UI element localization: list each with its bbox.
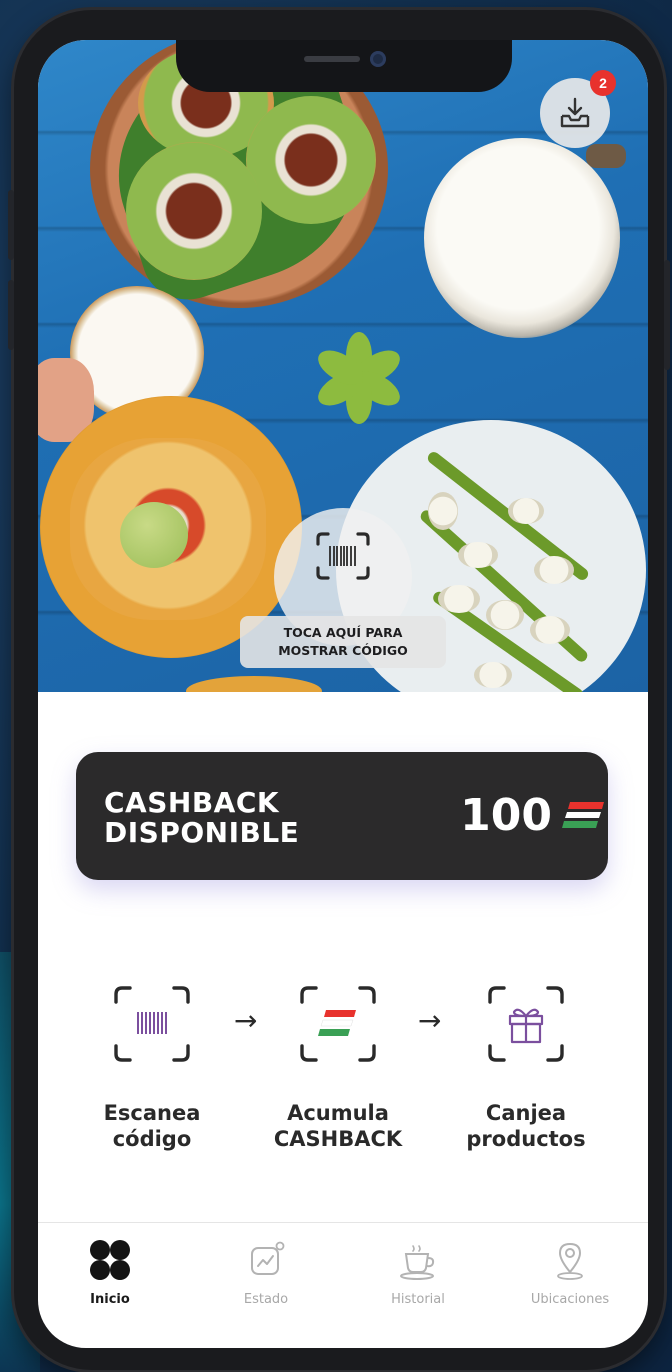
step-label-redeem: Canjea productos bbox=[466, 1101, 586, 1151]
volume-button bbox=[8, 280, 14, 350]
hero-food-image: 2 TOCA AQUÍ PARA MOSTRAR CÓDIGO bbox=[38, 40, 648, 692]
coffee-cup-icon bbox=[400, 1245, 435, 1280]
chart-icon bbox=[251, 1241, 285, 1275]
guacamole bbox=[120, 502, 188, 568]
barcode-scan-icon bbox=[114, 986, 190, 1062]
step-label-accumulate: Acumula CASHBACK bbox=[273, 1101, 403, 1151]
beer-mug-handle bbox=[586, 144, 626, 168]
bowl bbox=[186, 676, 322, 692]
cashback-card: CASHBACK DISPONIBLE 100 bbox=[76, 752, 608, 880]
barcode-scan-icon bbox=[316, 532, 370, 580]
beer-mug bbox=[424, 138, 620, 338]
phone-notch bbox=[176, 40, 512, 92]
nav-label: Ubicaciones bbox=[530, 1292, 610, 1307]
volume-button bbox=[8, 190, 14, 260]
tostada bbox=[126, 142, 262, 280]
flag-mark-icon bbox=[562, 802, 604, 828]
arrow-right-icon: → bbox=[234, 1004, 258, 1037]
nav-label: Inicio bbox=[90, 1292, 130, 1307]
cashback-amount: 100 bbox=[460, 790, 552, 841]
show-code-label[interactable]: TOCA AQUÍ PARA MOSTRAR CÓDIGO bbox=[240, 616, 446, 668]
nav-label: Historial bbox=[391, 1292, 445, 1307]
power-button bbox=[664, 260, 670, 370]
location-pin-icon bbox=[557, 1242, 583, 1280]
home-grid-icon bbox=[90, 1240, 130, 1280]
tostada bbox=[246, 96, 376, 224]
nav-item-ubicaciones[interactable]: Ubicaciones bbox=[500, 1236, 640, 1316]
front-camera bbox=[370, 51, 386, 67]
nav-divider bbox=[38, 1222, 648, 1223]
nav-label: Estado bbox=[243, 1292, 289, 1307]
gift-icon bbox=[488, 986, 564, 1062]
succulent-plant bbox=[300, 318, 418, 436]
nav-item-estado[interactable]: Estado bbox=[196, 1236, 336, 1316]
notification-badge: 2 bbox=[590, 70, 616, 96]
cashback-label: CASHBACK DISPONIBLE bbox=[104, 786, 300, 849]
step-label-scan: Escanea código bbox=[103, 1101, 201, 1151]
inbox-download-icon bbox=[560, 97, 590, 128]
app-screen: 2 TOCA AQUÍ PARA MOSTRAR CÓDIGO CASHBACK… bbox=[38, 40, 648, 1348]
flag-mark-icon bbox=[300, 986, 376, 1062]
nav-item-historial[interactable]: Historial bbox=[348, 1236, 488, 1316]
arrow-right-icon: → bbox=[418, 1004, 442, 1037]
speaker bbox=[304, 56, 360, 62]
nav-item-inicio[interactable]: Inicio bbox=[40, 1236, 180, 1316]
